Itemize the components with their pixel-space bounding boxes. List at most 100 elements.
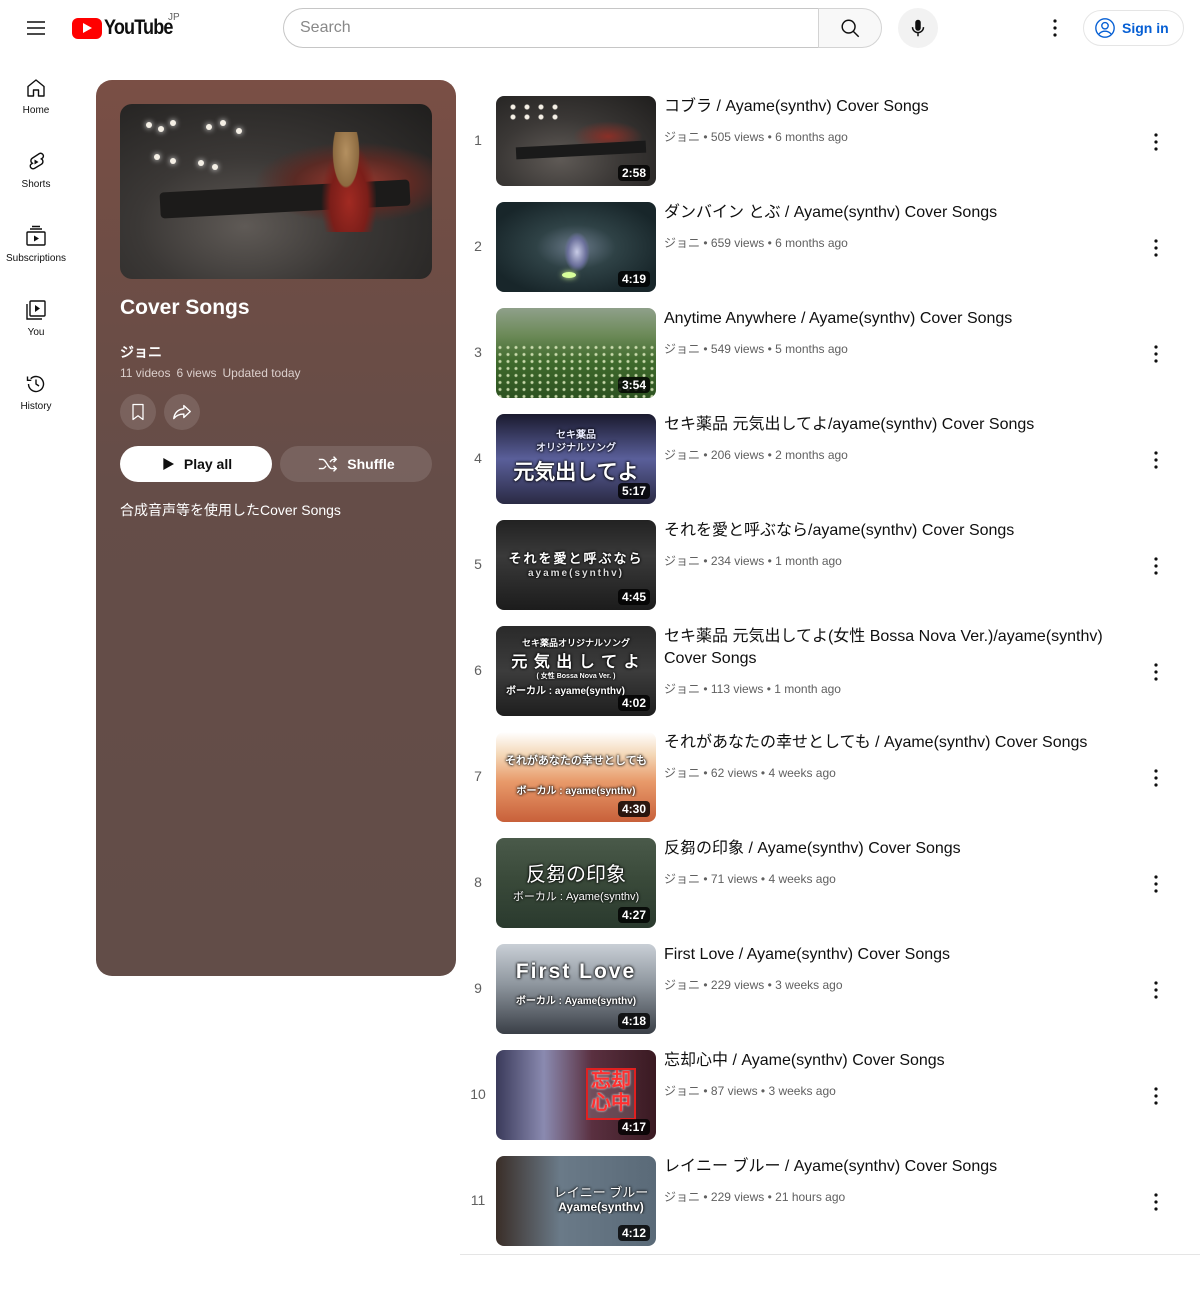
video-meta: ジョニ • 659 views • 6 months ago	[664, 236, 848, 250]
sidebar-item-home[interactable]: Home	[0, 56, 72, 130]
sidebar-item-you[interactable]: You	[0, 278, 72, 352]
video-views: 229 views	[710, 978, 765, 992]
sidebar-item-label: History	[20, 401, 52, 412]
video-duration: 4:19	[617, 271, 650, 287]
video-thumbnail[interactable]: レイニー ブルー Ayame(synthv) 4:12	[496, 1156, 656, 1246]
video-channel[interactable]: ジョニ	[664, 448, 700, 462]
playlist-video-row[interactable]: 1 2:58 コブラ / Ayame(synthv) Cover Songs ジ…	[460, 88, 1200, 194]
playlist-views: 6 views	[176, 366, 217, 380]
sidebar-item-history[interactable]: History	[0, 352, 72, 426]
video-action-menu-button[interactable]	[1136, 546, 1176, 586]
video-title[interactable]: Anytime Anywhere / Ayame(synthv) Cover S…	[664, 308, 1130, 330]
video-thumbnail[interactable]: それがあなたの幸せとしても ボーカル : ayame(synthv) 4:30	[496, 732, 656, 822]
playlist-video-row[interactable]: 11 レイニー ブルー Ayame(synthv) 4:12 レイニー ブルー …	[460, 1148, 1200, 1254]
video-index: 2	[474, 238, 482, 254]
guide-menu-button[interactable]	[16, 8, 56, 48]
sign-in-label: Sign in	[1122, 20, 1169, 36]
playlist-video-row[interactable]: 6 セキ薬品オリジナルソング 元 気 出 し て よ ( 女性 Bossa No…	[460, 618, 1200, 724]
video-action-menu-button[interactable]	[1136, 1076, 1176, 1116]
video-title[interactable]: コブラ / Ayame(synthv) Cover Songs	[664, 96, 1130, 118]
video-action-menu-button[interactable]	[1136, 440, 1176, 480]
shuffle-icon	[319, 456, 338, 472]
video-age: 1 month ago	[775, 554, 842, 568]
video-title[interactable]: それを愛と呼ぶなら/ayame(synthv) Cover Songs	[664, 520, 1130, 542]
video-action-menu-button[interactable]	[1136, 228, 1176, 268]
video-thumbnail[interactable]: 反芻の印象 ボーカル : Ayame(synthv) 4:27	[496, 838, 656, 928]
video-views: 505 views	[710, 130, 765, 144]
thumbnail-text: Ayame(synthv)	[558, 1200, 644, 1214]
search-button[interactable]	[818, 8, 882, 48]
video-thumbnail[interactable]: セキ薬品オリジナルソング 元 気 出 し て よ ( 女性 Bossa Nova…	[496, 626, 656, 716]
video-channel[interactable]: ジョニ	[664, 342, 700, 356]
playlist-video-row[interactable]: 4 セキ薬品 オリジナルソング 元気出してよ 5:17 セキ薬品 元気出してよ/…	[460, 406, 1200, 512]
video-thumbnail[interactable]: 3:54	[496, 308, 656, 398]
video-channel[interactable]: ジョニ	[664, 682, 700, 696]
shorts-icon	[29, 152, 45, 170]
video-action-menu-button[interactable]	[1136, 334, 1176, 374]
sidebar-item-subscriptions[interactable]: Subscriptions	[0, 204, 72, 278]
video-thumbnail[interactable]: 4:19	[496, 202, 656, 292]
video-thumbnail[interactable]: 2:58	[496, 96, 656, 186]
youtube-logo[interactable]: YouTube JP	[72, 12, 184, 40]
list-divider	[460, 1254, 1200, 1255]
video-action-menu-button[interactable]	[1136, 1182, 1176, 1222]
shuffle-button[interactable]: Shuffle	[280, 446, 432, 482]
video-title[interactable]: 反芻の印象 / Ayame(synthv) Cover Songs	[664, 838, 1130, 860]
playlist-video-row[interactable]: 8 反芻の印象 ボーカル : Ayame(synthv) 4:27 反芻の印象 …	[460, 830, 1200, 936]
playlist-video-row[interactable]: 5 それを愛と呼ぶなら ayame(synthv) 4:45 それを愛と呼ぶなら…	[460, 512, 1200, 618]
video-age: 6 months ago	[775, 236, 848, 250]
video-channel[interactable]: ジョニ	[664, 554, 700, 568]
playlist-video-row[interactable]: 7 それがあなたの幸せとしても ボーカル : ayame(synthv) 4:3…	[460, 724, 1200, 830]
video-title[interactable]: First Love / Ayame(synthv) Cover Songs	[664, 944, 1130, 966]
video-age: 5 months ago	[775, 342, 848, 356]
video-index: 10	[470, 1086, 486, 1102]
video-title[interactable]: セキ薬品 元気出してよ(女性 Bossa Nova Ver.)/ayame(sy…	[664, 626, 1130, 670]
video-title[interactable]: それがあなたの幸せとしても / Ayame(synthv) Cover Song…	[664, 732, 1130, 754]
sidebar-item-shorts[interactable]: Shorts	[0, 130, 72, 204]
playlist-owner[interactable]: ジョニ	[120, 342, 162, 362]
vertical-dots-icon	[1154, 133, 1158, 151]
vertical-dots-icon	[1154, 769, 1158, 787]
video-action-menu-button[interactable]	[1136, 758, 1176, 798]
video-channel[interactable]: ジョニ	[664, 236, 700, 250]
video-action-menu-button[interactable]	[1136, 122, 1176, 162]
video-meta: ジョニ • 71 views • 4 weeks ago	[664, 872, 836, 886]
video-thumbnail[interactable]: First Love ボーカル : Ayame(synthv) 4:18	[496, 944, 656, 1034]
video-title[interactable]: セキ薬品 元気出してよ/ayame(synthv) Cover Songs	[664, 414, 1130, 436]
video-channel[interactable]: ジョニ	[664, 978, 700, 992]
video-channel[interactable]: ジョニ	[664, 130, 700, 144]
you-library-icon	[26, 300, 46, 320]
video-action-menu-button[interactable]	[1136, 970, 1176, 1010]
video-title[interactable]: ダンバイン とぶ / Ayame(synthv) Cover Songs	[664, 202, 1130, 224]
thumbnail-text: 心中	[591, 1092, 631, 1114]
playlist-video-row[interactable]: 2 4:19 ダンバイン とぶ / Ayame(synthv) Cover So…	[460, 194, 1200, 300]
share-playlist-button[interactable]	[164, 394, 200, 430]
search-input[interactable]	[283, 8, 819, 48]
playlist-stats: 11 videos 6 views Updated today	[120, 366, 301, 380]
logo-country-code: JP	[168, 12, 180, 23]
playlist-video-row[interactable]: 3 3:54 Anytime Anywhere / Ayame(synthv) …	[460, 300, 1200, 406]
save-playlist-button[interactable]	[120, 394, 156, 430]
video-index: 4	[474, 450, 482, 466]
video-title[interactable]: 忘却心中 / Ayame(synthv) Cover Songs	[664, 1050, 1130, 1072]
video-thumbnail[interactable]: それを愛と呼ぶなら ayame(synthv) 4:45	[496, 520, 656, 610]
video-channel[interactable]: ジョニ	[664, 872, 700, 886]
video-thumbnail[interactable]: 忘却 心中 4:17	[496, 1050, 656, 1140]
video-channel[interactable]: ジョニ	[664, 1084, 700, 1098]
playlist-video-row[interactable]: 10 忘却 心中 4:17 忘却心中 / Ayame(synthv) Cover…	[460, 1042, 1200, 1148]
settings-more-button[interactable]	[1035, 8, 1075, 48]
video-duration: 4:45	[617, 589, 650, 605]
playlist-thumbnail[interactable]	[120, 104, 432, 279]
subscriptions-icon	[26, 225, 46, 246]
video-meta: ジョニ • 229 views • 3 weeks ago	[664, 978, 843, 992]
video-title[interactable]: レイニー ブルー / Ayame(synthv) Cover Songs	[664, 1156, 1130, 1178]
play-all-button[interactable]: Play all	[120, 446, 272, 482]
video-action-menu-button[interactable]	[1136, 864, 1176, 904]
video-channel[interactable]: ジョニ	[664, 766, 700, 780]
video-channel[interactable]: ジョニ	[664, 1190, 700, 1204]
sign-in-button[interactable]: Sign in	[1083, 10, 1184, 46]
playlist-video-row[interactable]: 9 First Love ボーカル : Ayame(synthv) 4:18 F…	[460, 936, 1200, 1042]
video-thumbnail[interactable]: セキ薬品 オリジナルソング 元気出してよ 5:17	[496, 414, 656, 504]
video-action-menu-button[interactable]	[1136, 652, 1176, 692]
voice-search-button[interactable]	[898, 8, 938, 48]
